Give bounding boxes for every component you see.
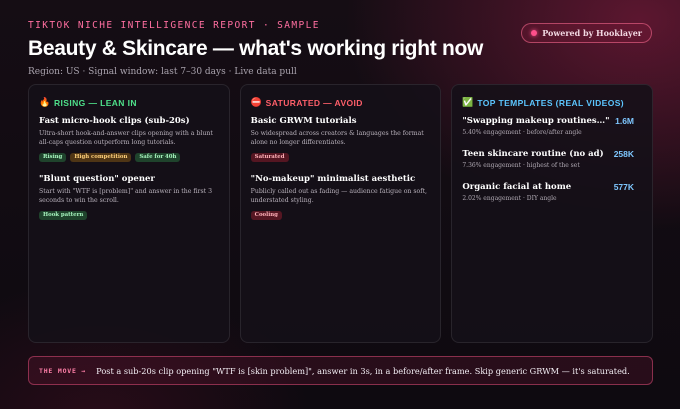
list-item[interactable]: "Blunt question" opener Start with "WTF … <box>39 174 219 220</box>
rising-panel-heading: 🔥 RISING — LEAN IN <box>39 97 219 108</box>
fire-icon: 🔥 <box>39 97 51 107</box>
template-info: "Swapping makeup routines…" 5.40% engage… <box>462 116 609 136</box>
rising-heading-label: RISING — LEAN IN <box>54 97 137 108</box>
tag-list: Hook pattern <box>39 210 219 220</box>
powered-by-label: Powered by Hooklayer <box>542 28 642 38</box>
top-templates-panel-heading: ✅ TOP TEMPLATES (REAL VIDEOS) <box>462 97 642 108</box>
template-row[interactable]: Organic facial at home 2.02% engagement … <box>462 182 642 202</box>
template-views: 258K <box>613 149 635 159</box>
item-description: Start with "WTF is [problem]" and answer… <box>39 187 213 204</box>
template-row[interactable]: Teen skincare routine (no ad) 7.36% enga… <box>462 149 642 169</box>
status-dot-icon <box>531 30 538 36</box>
the-move-text: Post a sub-20s clip opening "WTF is [ski… <box>96 365 630 376</box>
tag-list: Saturated <box>250 152 431 162</box>
insight-panels: 🔥 RISING — LEAN IN Fast micro-hook clips… <box>28 84 654 343</box>
tag-saturated: Saturated <box>250 152 289 162</box>
no-entry-icon: ⛔ <box>250 97 263 107</box>
rising-panel: 🔥 RISING — LEAN IN Fast micro-hook clips… <box>28 84 230 343</box>
template-title: Organic facial at home <box>462 182 572 192</box>
tag-high-competition: High competition <box>70 152 132 162</box>
tag-list: Cooling <box>250 210 431 220</box>
check-icon: ✅ <box>462 97 474 107</box>
template-row[interactable]: "Swapping makeup routines…" 5.40% engage… <box>462 116 642 136</box>
powered-by-badge[interactable]: Powered by Hooklayer <box>521 23 652 43</box>
list-item[interactable]: Basic GRWM tutorials So widespread acros… <box>250 116 431 162</box>
saturated-heading-label: SATURATED — AVOID <box>265 97 363 108</box>
the-move-label: THE MOVE → <box>39 366 87 375</box>
tag-hook-pattern: Hook pattern <box>39 210 88 220</box>
item-description: So widespread across creators & language… <box>250 130 424 146</box>
tag-cooling: Cooling <box>250 210 282 220</box>
item-description: Ultra-short hook-and-answer clips openin… <box>39 130 213 146</box>
tag-safe: Safe for 40h <box>135 152 181 162</box>
item-title: "No-makeup" minimalist aesthetic <box>250 173 416 184</box>
template-meta: 5.40% engagement · before/after angle <box>462 129 582 136</box>
template-info: Organic facial at home 2.02% engagement … <box>462 182 571 202</box>
template-views: 577K <box>613 182 635 192</box>
saturated-panel-heading: ⛔ SATURATED — AVOID <box>251 97 431 108</box>
item-title: "Blunt question" opener <box>39 173 155 184</box>
template-title: "Swapping makeup routines…" <box>462 116 610 126</box>
top-templates-heading-label: TOP TEMPLATES (REAL VIDEOS) <box>477 97 625 108</box>
top-templates-panel: ✅ TOP TEMPLATES (REAL VIDEOS) "Swapping … <box>451 84 654 343</box>
item-title: Fast micro-hook clips (sub-20s) <box>39 116 190 126</box>
report-subtitle: Region: US · Signal window: last 7–30 da… <box>28 67 297 77</box>
item-description: Publicly called out as fading — audience… <box>250 187 428 204</box>
template-info: Teen skincare routine (no ad) 7.36% enga… <box>462 149 603 169</box>
tag-list: Rising High competition Safe for 40h <box>39 152 219 162</box>
list-item[interactable]: "No-makeup" minimalist aesthetic Publicl… <box>250 173 431 220</box>
saturated-panel: ⛔ SATURATED — AVOID Basic GRWM tutorials… <box>239 84 442 343</box>
tag-rising: Rising <box>39 152 67 162</box>
list-item[interactable]: Fast micro-hook clips (sub-20s) Ultra-sh… <box>39 116 219 162</box>
template-meta: 7.36% engagement · highest of the set <box>462 162 580 169</box>
the-move-banner: THE MOVE → Post a sub-20s clip opening "… <box>28 356 653 385</box>
template-meta: 2.02% engagement · DIY angle <box>462 195 557 202</box>
template-views: 1.6M <box>615 116 635 126</box>
item-title: Basic GRWM tutorials <box>250 116 357 126</box>
template-title: Teen skincare routine (no ad) <box>462 149 604 159</box>
